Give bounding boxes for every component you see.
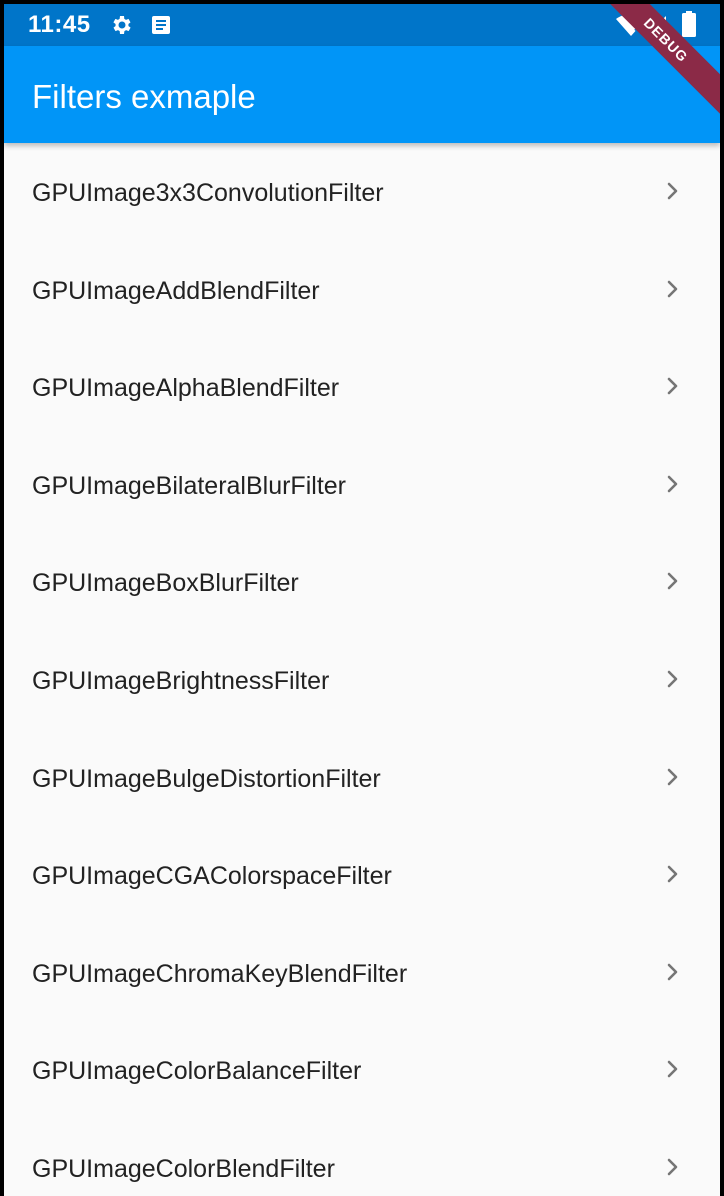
page-title: Filters exmaple (32, 78, 256, 115)
list-item-label: GPUImageCGAColorspaceFilter (32, 862, 392, 891)
chevron-right-icon (667, 475, 678, 493)
chevron-right-icon (667, 573, 678, 590)
list-item[interactable]: GPUImageBoxBlurFilter (4, 533, 720, 631)
list-item[interactable]: GPUImageBrightnessFilter (4, 631, 720, 729)
list-item[interactable]: GPUImageColorBalanceFilter (4, 1021, 720, 1119)
list-item-label: GPUImageColorBlendFilter (32, 1154, 335, 1183)
app-bar: Filters exmaple (4, 46, 720, 143)
chevron-right-icon (667, 865, 678, 883)
chevron-right-icon (667, 182, 678, 200)
list-item[interactable]: GPUImageBilateralBlurFilter (4, 436, 720, 534)
list-item[interactable]: GPUImageAddBlendFilter (4, 241, 720, 339)
gear-icon (113, 16, 131, 34)
list-item-label: GPUImageBilateralBlurFilter (32, 471, 346, 500)
list-item-label: GPUImage3x3ConvolutionFilter (32, 179, 384, 207)
chevron-right-icon (667, 1158, 678, 1176)
list-item[interactable]: GPUImageAlphaBlendFilter (4, 338, 720, 436)
list-item[interactable]: GPUImageBulgeDistortionFilter (4, 729, 720, 827)
list-item-label: GPUImageBoxBlurFilter (32, 569, 299, 598)
chevron-right-icon (667, 768, 678, 785)
list-item[interactable]: GPUImage3x3ConvolutionFilter (4, 143, 720, 241)
battery-icon (682, 11, 696, 37)
list-item-label: GPUImageBrightnessFilter (32, 666, 330, 695)
chevron-right-icon (667, 670, 678, 688)
list-item-label: GPUImageBulgeDistortionFilter (32, 764, 381, 793)
list-item-label: GPUImageChromaKeyBlendFilter (32, 959, 408, 988)
chevron-right-icon (667, 377, 678, 395)
notes-icon (152, 16, 170, 34)
status-bar: 11:45 (4, 4, 720, 46)
chevron-right-icon (667, 1061, 678, 1078)
chevron-right-icon (667, 963, 678, 981)
list-item-label: GPUImageAlphaBlendFilter (32, 374, 340, 403)
app-screen: 11:45 Filters exmaple DEBUG GPUImage3x3C… (4, 4, 720, 1196)
status-time: 11:45 (28, 11, 91, 38)
list-item[interactable]: GPUImageChromaKeyBlendFilter (4, 924, 720, 1022)
list-item-label: GPUImageColorBalanceFilter (32, 1057, 362, 1086)
list-item[interactable]: GPUImageColorBlendFilter (4, 1119, 720, 1196)
list-item-label: GPUImageAddBlendFilter (32, 276, 320, 305)
list-item[interactable]: GPUImageCGAColorspaceFilter (4, 826, 720, 924)
chevron-right-icon (667, 280, 678, 297)
filter-list: GPUImage3x3ConvolutionFilter GPUImageAddB… (4, 143, 720, 1196)
